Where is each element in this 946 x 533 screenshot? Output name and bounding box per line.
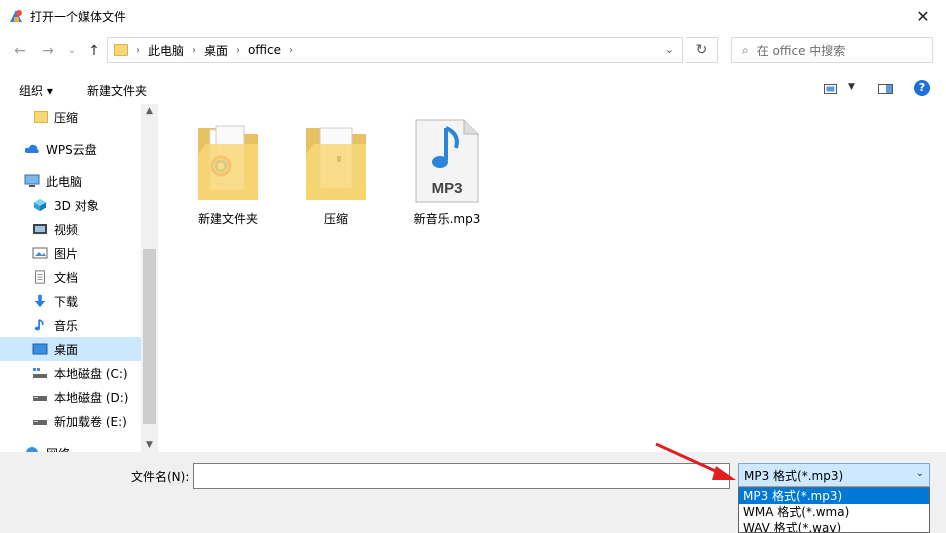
chevron-right-icon: › (136, 44, 140, 56)
window-title: 打开一个媒体文件 (30, 10, 127, 24)
sidebar-item-videos[interactable]: 视频 (0, 217, 141, 241)
sidebar-item-label: 3D 对象 (54, 198, 99, 213)
view-options-dropdown-icon[interactable]: ▼ (848, 82, 855, 100)
sidebar-item-label: 下载 (54, 294, 79, 309)
sidebar-item-this-pc[interactable]: 此电脑 (0, 169, 141, 193)
help-button[interactable]: ? (914, 80, 930, 96)
search-icon: ⌕ (742, 42, 749, 57)
picture-icon (32, 247, 48, 259)
sidebar-item-label: 此电脑 (46, 174, 83, 189)
refresh-button[interactable]: ↻ (686, 37, 718, 63)
sidebar-item-wps-cloud[interactable]: WPS云盘 (0, 137, 141, 161)
sidebar-item-network[interactable]: 网络 (0, 441, 141, 452)
close-button[interactable]: ✕ (900, 0, 946, 32)
app-icon (10, 10, 22, 22)
filename-label: 文件名(N): (131, 470, 190, 484)
breadcrumb-desktop[interactable]: 桌面 (204, 42, 228, 59)
filetype-option-mp3[interactable]: MP3 格式(*.mp3) (739, 488, 929, 504)
recent-locations-button[interactable]: ⌄ (62, 42, 82, 60)
sidebar-item-label: 图片 (54, 246, 79, 261)
scroll-up-icon[interactable]: ▲ (141, 106, 158, 116)
breadcrumb-this-pc[interactable]: 此电脑 (148, 42, 184, 59)
organize-button[interactable]: 组织 ▾ (19, 82, 53, 99)
filetype-selected-value: MP3 格式(*.mp3) (744, 468, 844, 483)
chevron-right-icon: › (192, 44, 197, 56)
sidebar-item-label: WPS云盘 (46, 142, 97, 157)
file-item-compress[interactable]: 压缩 (288, 118, 384, 228)
up-button[interactable]: ↑ (84, 42, 104, 60)
music-icon (34, 318, 44, 331)
drive-icon (33, 368, 47, 378)
sidebar-item-desktop[interactable]: 桌面 (0, 337, 141, 361)
sidebar-item-label: 新加载卷 (E:) (54, 414, 127, 429)
back-button[interactable]: ← (10, 42, 30, 60)
address-bar[interactable]: › 此电脑 › 桌面 › office › ⌄ (107, 37, 683, 63)
sidebar-item-label: 网络 (46, 445, 70, 453)
sidebar-item-label: 本地磁盘 (D:) (54, 390, 129, 405)
file-name: 新建文件夹 (197, 212, 258, 226)
sidebar-item-music[interactable]: 音乐 (0, 313, 141, 337)
file-name: 压缩 (323, 212, 348, 226)
sidebar-item-pictures[interactable]: 图片 (0, 241, 141, 265)
sidebar-item-drive-d[interactable]: 本地磁盘 (D:) (0, 385, 141, 409)
sidebar-item-compress[interactable]: 压缩 (0, 105, 141, 129)
computer-icon (24, 174, 40, 187)
title-bar: 打开一个媒体文件 ✕ (0, 0, 946, 32)
chevron-down-icon[interactable]: ⌄ (665, 43, 674, 56)
chevron-right-icon: › (288, 44, 293, 56)
sidebar-item-label: 文档 (54, 270, 79, 285)
command-bar: 组织 ▾ 新建文件夹 ▼ ? (0, 76, 946, 102)
cube-icon (33, 198, 47, 212)
file-list: 新建文件夹 压缩 MP3 新音乐.mp3 (158, 104, 946, 452)
file-item-mp3[interactable]: MP3 新音乐.mp3 (399, 118, 495, 228)
sidebar-item-label: 本地磁盘 (C:) (54, 366, 128, 381)
forward-button[interactable]: → (38, 42, 58, 60)
download-icon (34, 294, 46, 308)
search-placeholder: 在 office 中搜索 (756, 43, 846, 58)
preview-pane-icon[interactable] (878, 80, 894, 98)
sidebar-scrollbar[interactable]: ▲ ▼ (141, 104, 158, 452)
filetype-select[interactable]: MP3 格式(*.mp3) ⌄ (738, 463, 930, 487)
view-options-icon[interactable] (824, 80, 838, 98)
folder-icon (114, 44, 128, 56)
sidebar-item-label: 视频 (54, 222, 79, 237)
sidebar-item-drive-e[interactable]: 新加载卷 (E:) (0, 409, 141, 433)
cloud-icon (24, 144, 39, 153)
folder-icon (198, 125, 258, 200)
new-folder-button[interactable]: 新建文件夹 (87, 82, 147, 99)
breadcrumb-office[interactable]: office (248, 43, 281, 57)
sidebar-item-3d-objects[interactable]: 3D 对象 (0, 193, 141, 217)
video-icon (33, 224, 47, 234)
scrollbar-thumb[interactable] (143, 249, 156, 424)
search-box[interactable]: ⌕ 在 office 中搜索 (731, 37, 933, 63)
filename-input[interactable] (193, 463, 730, 489)
drive-icon (33, 396, 47, 401)
sidebar-item-label: 压缩 (54, 110, 79, 125)
navigation-pane: 压缩 WPS云盘 此电脑 3D 对象 视频 图片 文档 下载 音乐 桌面 本地磁… (0, 104, 141, 452)
filetype-option-wma[interactable]: WMA 格式(*.wma) (739, 504, 929, 520)
file-name: 新音乐.mp3 (413, 212, 481, 226)
sidebar-item-documents[interactable]: 文档 (0, 265, 141, 289)
filetype-dropdown-list: MP3 格式(*.mp3) WMA 格式(*.wma) WAV 格式(*.wav… (738, 487, 930, 533)
sidebar-item-label: 桌面 (54, 342, 79, 357)
file-type-badge: MP3 (431, 180, 463, 197)
sidebar-item-downloads[interactable]: 下载 (0, 289, 141, 313)
desktop-icon (32, 343, 48, 355)
sidebar-item-drive-c[interactable]: 本地磁盘 (C:) (0, 361, 141, 385)
scroll-down-icon[interactable]: ▼ (141, 440, 158, 450)
chevron-right-icon: › (236, 44, 241, 56)
filetype-option-wav[interactable]: WAV 格式(*.wav) (739, 520, 929, 532)
folder-icon (306, 127, 366, 200)
drive-icon (33, 420, 47, 425)
folder-icon (34, 111, 48, 123)
document-icon (35, 270, 45, 284)
dialog-footer: 文件名(N): MP3 格式(*.mp3) ⌄ MP3 格式(*.mp3) WM… (0, 452, 946, 533)
navigation-bar: ← → ⌄ ↑ › 此电脑 › 桌面 › office › ⌄ ↻ ⌕ 在 of… (0, 34, 946, 68)
chevron-down-icon: ⌄ (915, 468, 924, 479)
file-item-new-folder[interactable]: 新建文件夹 (180, 118, 276, 228)
sidebar-item-label: 音乐 (54, 318, 79, 333)
